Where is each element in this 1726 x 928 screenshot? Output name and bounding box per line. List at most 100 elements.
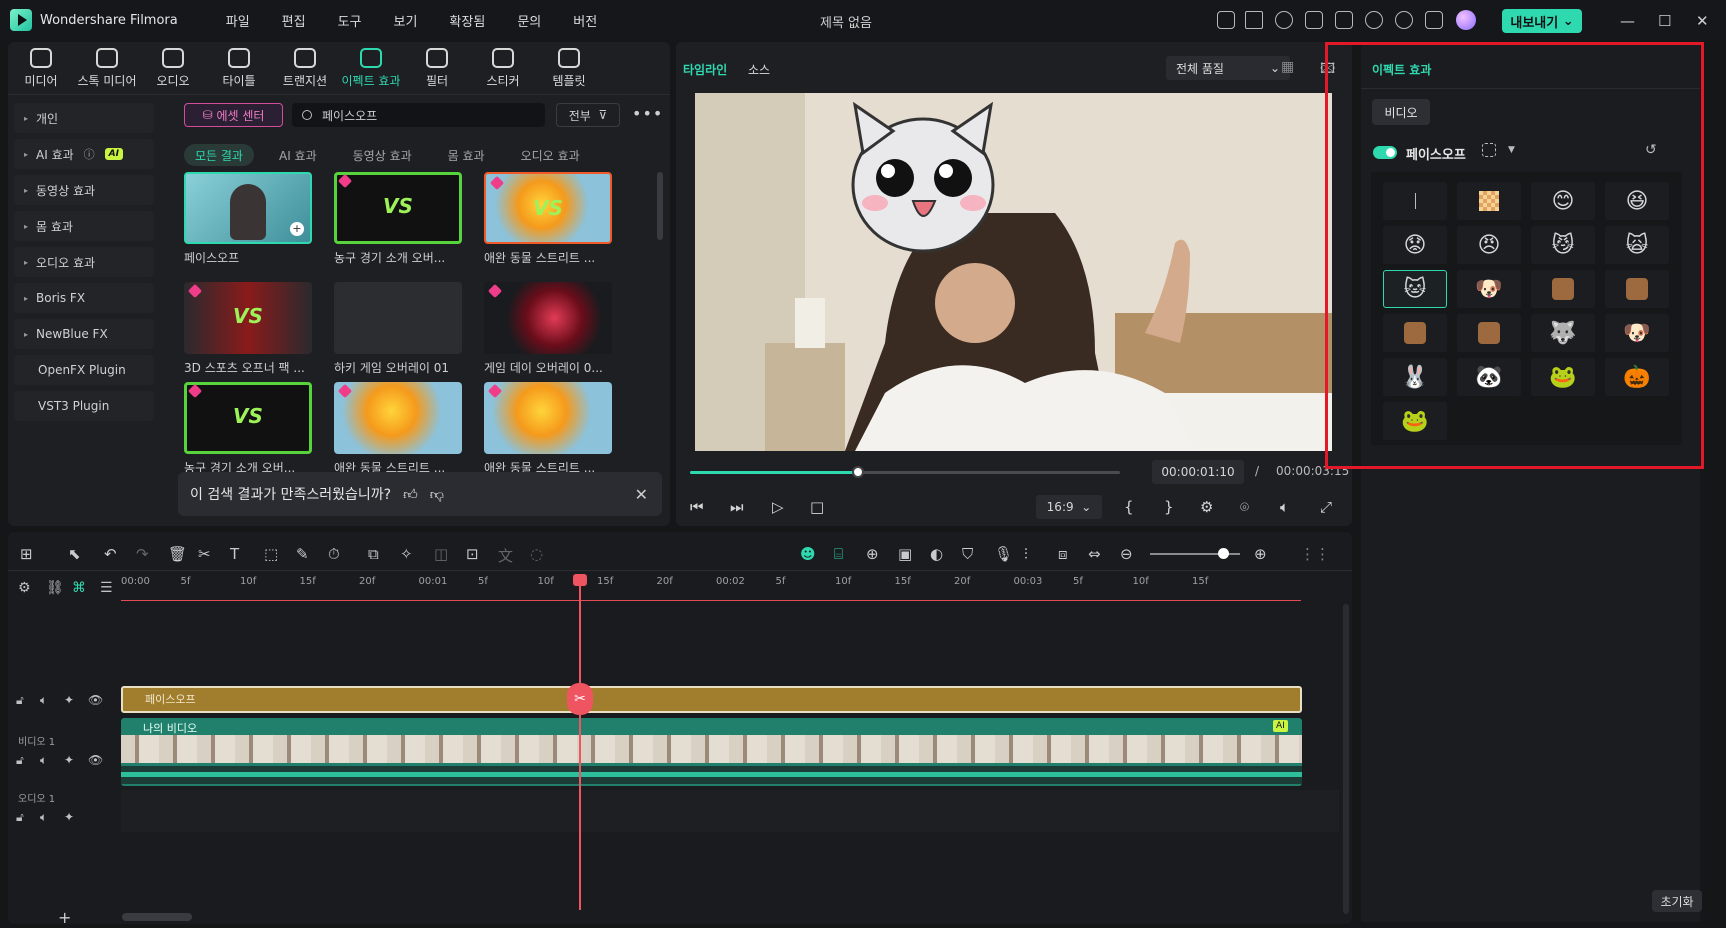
step-forward-icon[interactable]: ⏭︎ bbox=[730, 498, 744, 516]
track-fx-icon[interactable]: ✦ bbox=[64, 810, 74, 824]
menu-item[interactable]: 편집 bbox=[282, 11, 306, 30]
fullscreen-icon[interactable]: ⤢ bbox=[1320, 498, 1332, 516]
category-item[interactable]: ▸ 개인 bbox=[14, 103, 154, 133]
shield-icon[interactable]: ⛉ bbox=[962, 545, 973, 563]
media-tab[interactable]: 스티커 bbox=[470, 42, 536, 94]
timeline-vertical-scrollbar[interactable] bbox=[1343, 604, 1349, 914]
more-options-icon[interactable]: ••• bbox=[632, 104, 663, 123]
delete-icon[interactable]: 🗑︎ bbox=[168, 545, 187, 563]
effect-card[interactable]: 게임 데이 오버레이 0... bbox=[484, 282, 612, 375]
track-manager-icon[interactable]: ☰ bbox=[100, 580, 113, 596]
result-tab[interactable]: 몸 효과 bbox=[437, 144, 496, 166]
effect-card[interactable]: + 페이스오프 bbox=[184, 172, 312, 265]
unlink-icon[interactable]: ⛓ bbox=[46, 580, 64, 596]
effect-card[interactable]: 애완 동물 스트리트 ... bbox=[484, 382, 612, 475]
category-item[interactable]: OpenFX Plugin bbox=[14, 355, 154, 385]
effect-card[interactable]: VS 농구 경기 소개 오버... bbox=[184, 382, 312, 475]
effect-card[interactable]: VS 농구 경기 소개 오버... bbox=[334, 172, 462, 265]
undo-icon[interactable]: ↶ bbox=[104, 545, 117, 563]
menu-item[interactable]: 파일 bbox=[226, 11, 250, 30]
pen-icon[interactable]: ✎ bbox=[296, 545, 309, 563]
minimize-icon[interactable]: — bbox=[1620, 12, 1635, 30]
filter-dropdown[interactable]: 전부 ⊽ bbox=[556, 103, 620, 127]
media-tab[interactable]: 이펙트 효과 bbox=[338, 42, 404, 94]
ai-magic-icon[interactable]: ✧ bbox=[400, 545, 413, 563]
timeline-settings-icon[interactable]: ⚙ bbox=[18, 580, 31, 596]
track-lock-icon[interactable]: 🔓︎ bbox=[16, 753, 24, 768]
category-item[interactable]: ▸ 몸 효과 bbox=[14, 211, 154, 241]
translate-icon[interactable]: 文 bbox=[498, 545, 513, 566]
category-item[interactable]: ▸ 오디오 효과 bbox=[14, 247, 154, 277]
effect-card[interactable]: VS 애완 동물 스트리트 ... bbox=[484, 172, 612, 265]
maximize-icon[interactable]: ☐ bbox=[1658, 12, 1671, 30]
add-icon[interactable]: + bbox=[290, 222, 304, 236]
speed-icon[interactable]: ⏱ bbox=[328, 545, 340, 563]
export-button[interactable]: 내보내기 ⌄ bbox=[1502, 9, 1582, 33]
previous-frame-icon[interactable]: ⏮︎ bbox=[690, 498, 704, 516]
mixer-icon[interactable]: ⫶ bbox=[1024, 545, 1028, 563]
category-item[interactable]: ▸ AI 효과 ⓘ AI bbox=[14, 139, 154, 169]
track-mute-icon[interactable]: 🔈︎ bbox=[40, 753, 47, 768]
results-scrollbar[interactable] bbox=[657, 172, 663, 240]
volume-icon[interactable]: 🔈︎ bbox=[1280, 498, 1289, 516]
track-lock-icon[interactable]: 🔓︎ bbox=[16, 810, 24, 825]
track-visibility-icon[interactable]: 👁︎ bbox=[88, 693, 103, 707]
select-tool-icon[interactable]: ⬉ bbox=[68, 545, 81, 563]
add-track-icon[interactable]: ⊕ bbox=[866, 545, 879, 563]
ai-audio-icon[interactable]: ◌ bbox=[530, 545, 543, 563]
category-item[interactable]: ▸ NewBlue FX bbox=[14, 319, 154, 349]
thumbs-down-icon[interactable]: 👎︎ bbox=[430, 486, 444, 503]
track-mute-icon[interactable]: 🔈︎ bbox=[40, 810, 47, 825]
add-track-plus-icon[interactable]: + bbox=[58, 908, 71, 927]
headset-icon[interactable] bbox=[1395, 11, 1413, 29]
asset-center-button[interactable]: ⛁ 에셋 센터 bbox=[184, 103, 283, 127]
track-mute-icon[interactable]: 🔈︎ bbox=[40, 693, 47, 708]
save-icon[interactable] bbox=[1335, 11, 1353, 29]
media-tab[interactable]: 필터 bbox=[404, 42, 470, 94]
timeline-options-icon[interactable]: ⋮⋮ bbox=[1300, 545, 1330, 563]
track-lock-icon[interactable]: 🔓︎ bbox=[16, 693, 24, 708]
text-tool-icon[interactable]: T bbox=[230, 545, 239, 563]
fit-icon[interactable]: ⇔ bbox=[1088, 545, 1101, 563]
mark-out-icon[interactable]: } bbox=[1164, 498, 1174, 516]
media-tab[interactable]: 템플릿 bbox=[536, 42, 602, 94]
render-icon[interactable]: ◐ bbox=[930, 545, 943, 563]
play-icon[interactable]: ▷ bbox=[772, 498, 784, 516]
gift-icon[interactable] bbox=[1217, 11, 1235, 29]
category-item[interactable]: ▸ 동영상 효과 bbox=[14, 175, 154, 205]
menu-item[interactable]: 도구 bbox=[338, 11, 362, 30]
scissors-icon[interactable]: ✂ bbox=[198, 545, 211, 563]
sticker-icon[interactable]: ⊡ bbox=[466, 545, 479, 563]
layout-icon[interactable] bbox=[1305, 11, 1323, 29]
menu-item[interactable]: 확장됨 bbox=[449, 11, 485, 30]
split-scissors-icon[interactable]: ✂ bbox=[567, 683, 593, 715]
stop-icon[interactable]: □ bbox=[810, 498, 824, 516]
send-icon[interactable] bbox=[1245, 11, 1263, 29]
tab-source[interactable]: 소스 bbox=[748, 61, 770, 78]
thumbs-up-icon[interactable]: 👍︎ bbox=[403, 486, 418, 503]
media-tab[interactable]: 타이틀 bbox=[206, 42, 272, 94]
effect-card[interactable]: VS 3D 스포츠 오프너 팩 ... bbox=[184, 282, 312, 375]
close-window-icon[interactable]: ✕ bbox=[1696, 12, 1709, 30]
crop-icon[interactable]: ⬚ bbox=[264, 545, 278, 563]
media-tab[interactable]: 미디어 bbox=[8, 42, 74, 94]
close-feedback-icon[interactable]: ✕ bbox=[635, 485, 648, 504]
camera-icon[interactable]: ⌾ bbox=[1240, 498, 1249, 516]
mask-icon[interactable]: ◫ bbox=[434, 545, 448, 563]
search-input[interactable]: 페이스오프 bbox=[292, 103, 545, 127]
category-item[interactable]: ▸ Boris FX bbox=[14, 283, 154, 313]
auto-beat-icon[interactable]: ⌸ bbox=[834, 545, 843, 563]
timeline-horizontal-scrollbar[interactable] bbox=[122, 913, 192, 921]
result-tab[interactable]: 동영상 효과 bbox=[342, 144, 423, 166]
video-clip[interactable]: 나의 비디오 bbox=[121, 718, 1302, 786]
media-tab[interactable]: 스톡 미디어 bbox=[74, 42, 140, 94]
playback-progress-knob[interactable] bbox=[852, 466, 864, 478]
result-tab[interactable]: AI 효과 bbox=[268, 144, 328, 166]
apps-grid-icon[interactable] bbox=[1425, 11, 1443, 29]
media-tab[interactable]: 트랜지션 bbox=[272, 42, 338, 94]
image-icon[interactable]: ▣ bbox=[898, 545, 912, 563]
ai-copilot-icon[interactable]: ☻ bbox=[800, 545, 816, 563]
tab-timeline[interactable]: 타임라인 bbox=[683, 61, 727, 78]
category-item[interactable]: VST3 Plugin bbox=[14, 391, 154, 421]
effect-card[interactable]: 애완 동물 스트리트 ... bbox=[334, 382, 462, 475]
